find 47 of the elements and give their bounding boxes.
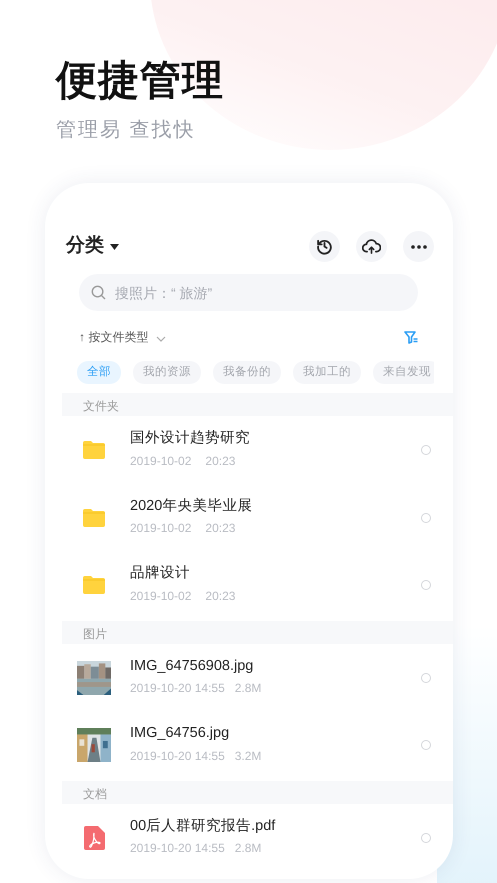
select-radio[interactable] — [421, 832, 431, 843]
file-meta: 2.8M — [234, 840, 262, 858]
select-radio[interactable] — [421, 512, 431, 523]
sort-dropdown[interactable]: ↑ 按文件类型 — [79, 328, 166, 346]
folder-icon — [82, 508, 106, 528]
file-meta: 2019-10-20 14:55 — [130, 840, 225, 858]
folder-icon — [82, 440, 106, 460]
chevron-down-icon — [156, 336, 166, 342]
file-name[interactable]: 00后人群研究报告.pdf — [130, 818, 421, 836]
file-meta: 20:23 — [205, 452, 236, 470]
file-meta: 2019-10-02 — [130, 520, 192, 538]
cloud-upload-button[interactable] — [356, 231, 387, 262]
pdf-icon — [84, 826, 104, 850]
folder-icon — [82, 575, 106, 596]
file-meta: 2019-10-02 — [130, 452, 192, 470]
file-name[interactable]: IMG_64756908.jpg — [130, 658, 421, 676]
cloud-upload-icon — [362, 238, 381, 256]
page-subtitle: 管理易 查找快 — [56, 118, 197, 144]
select-radio[interactable] — [421, 445, 431, 456]
category-menu[interactable]: 分类 — [62, 232, 119, 261]
file-meta: 2.8M — [234, 680, 262, 698]
search-icon — [91, 285, 106, 300]
history-button[interactable] — [309, 231, 340, 262]
history-icon — [316, 238, 333, 256]
search-field[interactable]: 搜照片：“ 旅游” — [79, 274, 418, 312]
file-name[interactable]: 国外设计趋势研究 — [130, 430, 421, 448]
filter-icon — [404, 330, 418, 344]
section-header: 图片 — [62, 620, 453, 644]
file-name[interactable]: 品牌设计 — [130, 565, 421, 583]
file-meta: 20:23 — [205, 588, 236, 605]
more-icon — [410, 244, 426, 249]
file-name[interactable]: IMG_64756.jpg — [130, 725, 421, 743]
file-meta: 2019-10-20 14:55 — [130, 680, 225, 698]
file-meta: 2019-10-02 — [130, 588, 192, 605]
file-meta: 20:23 — [205, 520, 236, 538]
more-button[interactable] — [403, 231, 434, 262]
filter-button[interactable] — [404, 330, 418, 344]
caret-icon — [110, 244, 119, 250]
select-radio[interactable] — [421, 580, 431, 590]
file-name[interactable]: 2020年央美毕业展 — [130, 498, 421, 516]
page-title: 便捷管理 — [56, 58, 225, 104]
file-meta: 2019-10-20 14:55 — [130, 748, 225, 765]
select-radio[interactable] — [421, 672, 431, 683]
section-header: 文档 — [62, 780, 453, 804]
section-header: 文件夹 — [62, 393, 453, 416]
select-radio[interactable] — [421, 740, 431, 750]
file-meta: 3.2M — [234, 748, 262, 765]
